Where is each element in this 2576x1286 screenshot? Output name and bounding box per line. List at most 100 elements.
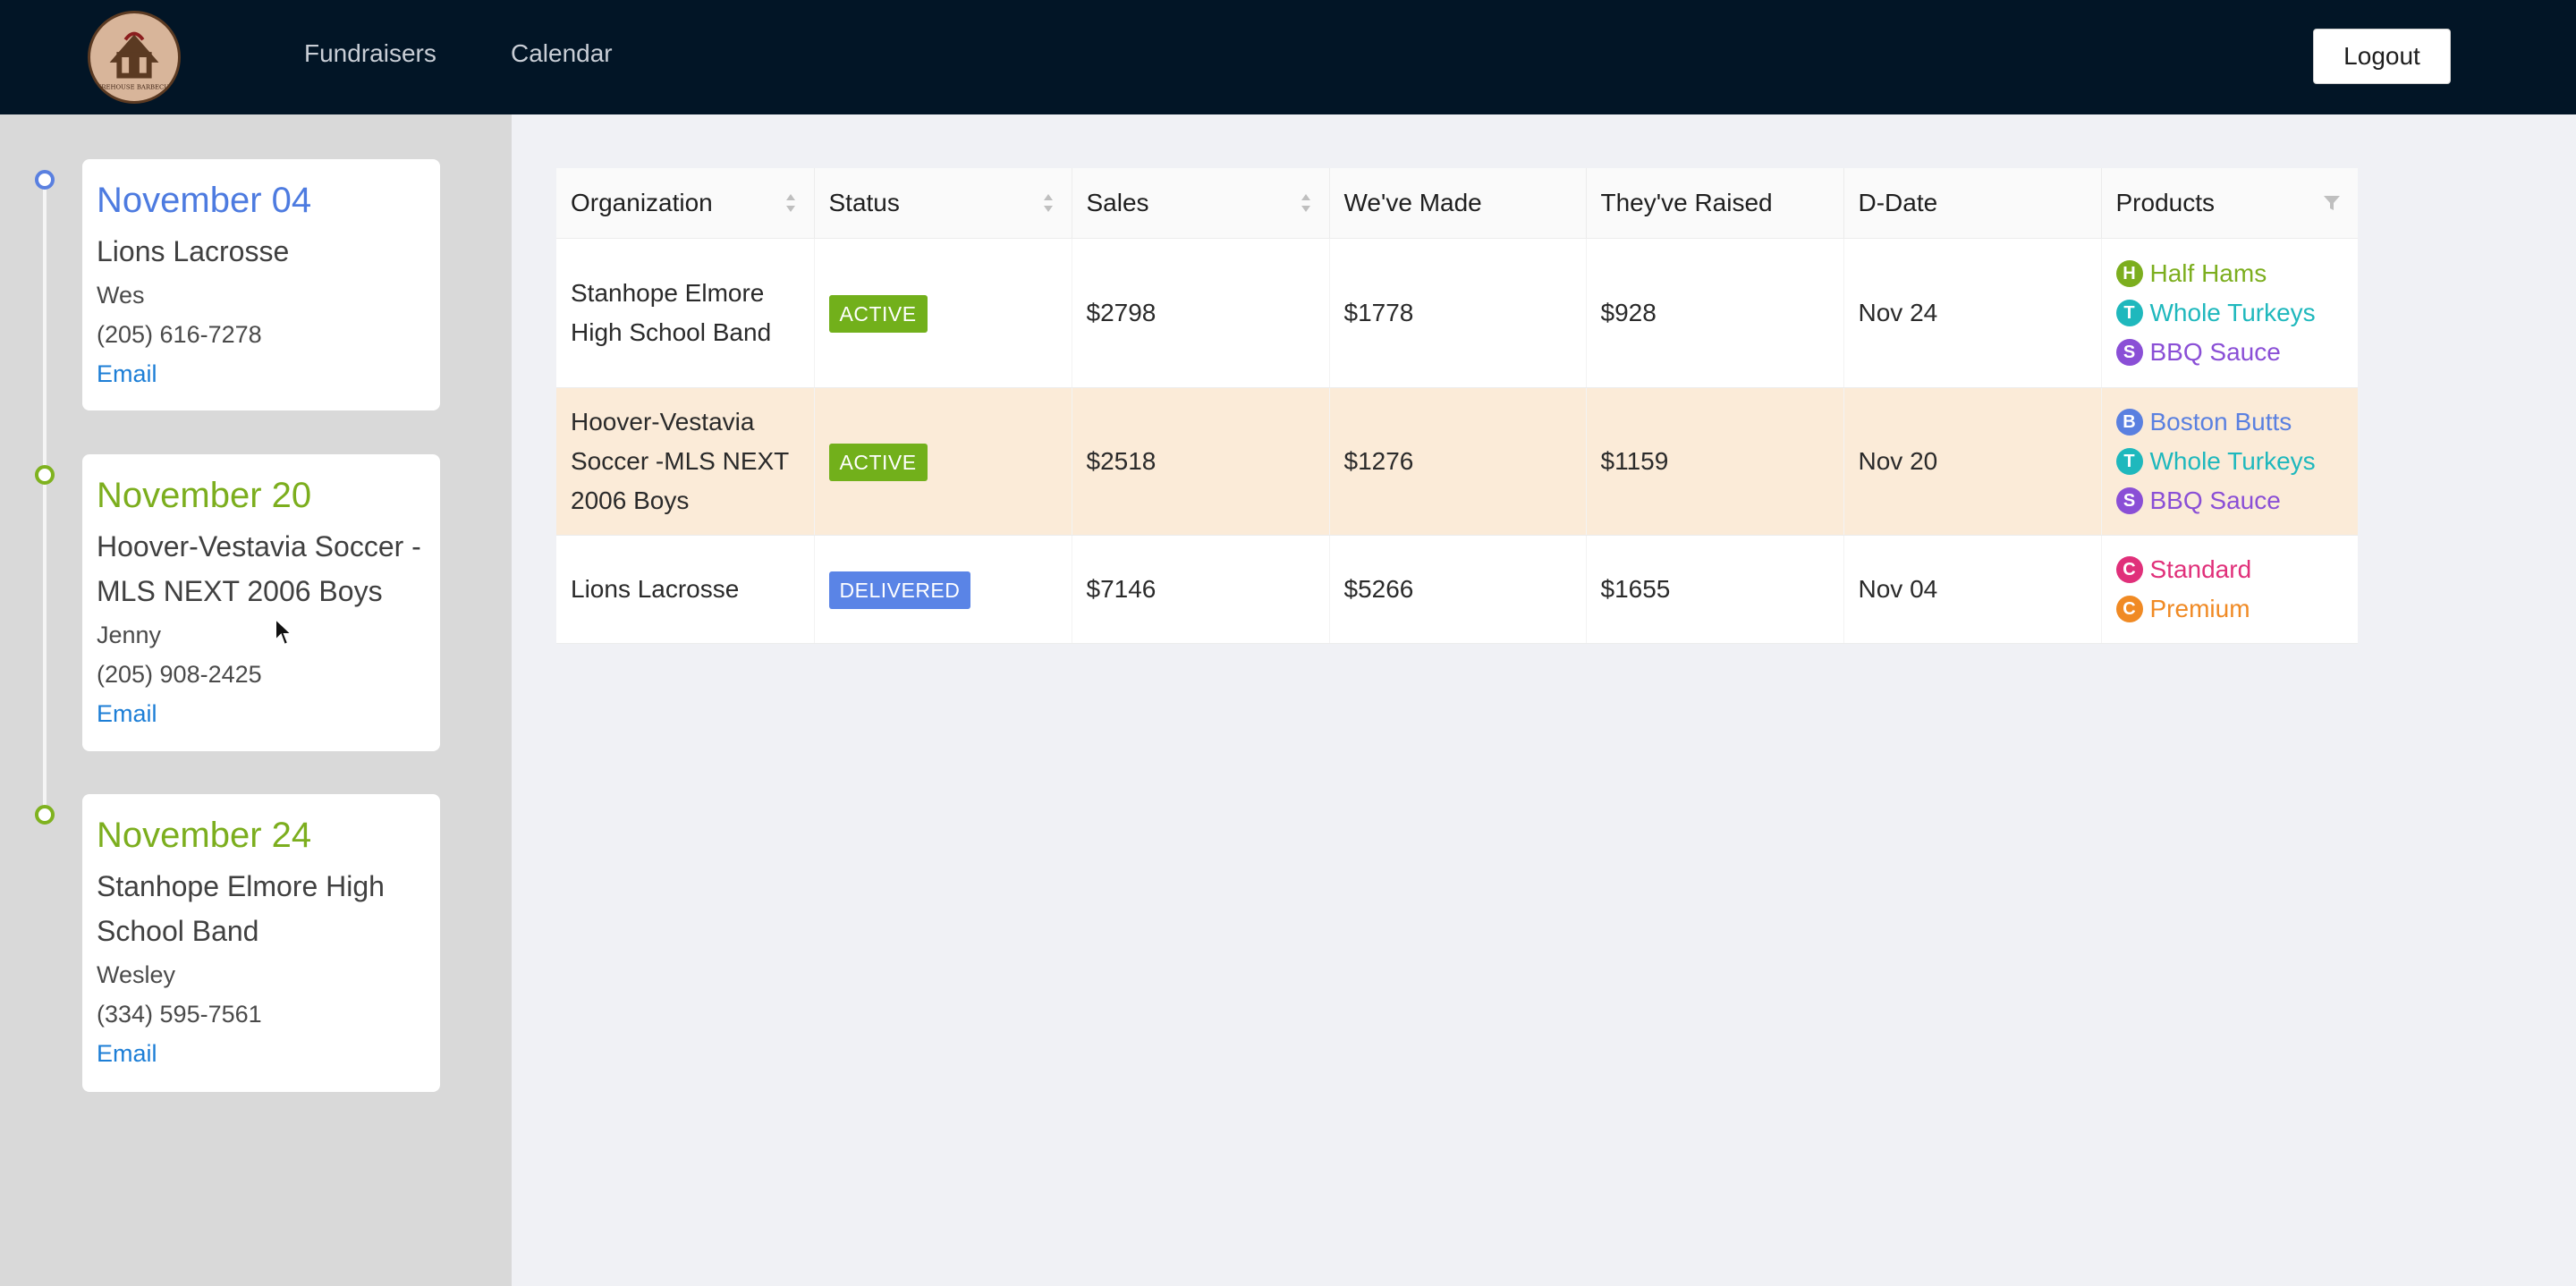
event-email-link[interactable]: Email bbox=[97, 694, 426, 733]
product-item: C Premium bbox=[2115, 589, 2344, 629]
timeline-dot-icon bbox=[35, 805, 55, 825]
event-card-stanhope-elmore: November 24 Stanhope Elmore High School … bbox=[82, 794, 440, 1092]
cell-weve-made: $1778 bbox=[1329, 238, 1587, 388]
cell-weve-made: $5266 bbox=[1329, 535, 1587, 644]
nav-calendar-link[interactable]: Calendar bbox=[511, 39, 613, 68]
event-date: November 24 bbox=[97, 816, 312, 855]
product-name: Half Hams bbox=[2149, 259, 2267, 287]
cell-organization: Hoover-Vestavia Soccer -MLS NEXT 2006 Bo… bbox=[556, 387, 815, 536]
timeline-dot-icon bbox=[35, 465, 55, 485]
column-header-label: They've Raised bbox=[1600, 189, 1773, 216]
column-header-organization[interactable]: Organization bbox=[556, 168, 815, 239]
product-letter-icon: C bbox=[2115, 556, 2143, 583]
event-phone: (205) 616-7278 bbox=[97, 321, 262, 348]
logout-button[interactable]: Logout bbox=[2313, 29, 2451, 84]
table-row[interactable]: Lions Lacrosse DELIVERED $7146 $5266 $16… bbox=[556, 535, 2358, 644]
table-row[interactable]: Stanhope Elmore High School Band ACTIVE … bbox=[556, 238, 2358, 388]
column-header-products[interactable]: Products bbox=[2101, 168, 2358, 239]
product-name: Standard bbox=[2149, 555, 2252, 583]
table-header-row: Organization Status Sales We've Made The… bbox=[556, 168, 2358, 239]
product-item: S BBQ Sauce bbox=[2115, 333, 2344, 372]
cell-organization: Lions Lacrosse bbox=[556, 535, 815, 644]
column-header-status[interactable]: Status bbox=[814, 168, 1072, 239]
nav-fundraisers-link[interactable]: Fundraisers bbox=[304, 39, 436, 68]
product-letter-icon: B bbox=[2115, 409, 2143, 436]
cell-status: DELIVERED bbox=[814, 535, 1072, 644]
event-contact-name: Wesley bbox=[97, 961, 176, 988]
product-item: C Standard bbox=[2115, 550, 2344, 589]
product-name: Whole Turkeys bbox=[2149, 299, 2316, 326]
event-contact-name: Jenny bbox=[97, 622, 162, 648]
cell-d-date: Nov 24 bbox=[1843, 238, 2102, 388]
event-date: November 20 bbox=[97, 476, 312, 515]
event-organization: Hoover-Vestavia Soccer -MLS NEXT 2006 Bo… bbox=[97, 530, 421, 607]
column-header-label: D-Date bbox=[1858, 189, 1938, 216]
product-name: BBQ Sauce bbox=[2149, 338, 2281, 366]
filter-icon[interactable] bbox=[2322, 193, 2342, 213]
column-header-sales[interactable]: Sales bbox=[1072, 168, 1330, 239]
product-item: S BBQ Sauce bbox=[2115, 481, 2344, 520]
column-header-d-date: D-Date bbox=[1843, 168, 2102, 239]
cell-products: C Standard C Premium bbox=[2101, 535, 2358, 644]
column-header-label: Status bbox=[828, 189, 900, 216]
cell-d-date: Nov 20 bbox=[1843, 387, 2102, 536]
column-header-theyve-raised: They've Raised bbox=[1586, 168, 1844, 239]
event-contact-name: Wes bbox=[97, 282, 145, 309]
cell-theyve-raised: $928 bbox=[1586, 238, 1844, 388]
cell-d-date: Nov 04 bbox=[1843, 535, 2102, 644]
sort-icon[interactable] bbox=[784, 191, 798, 215]
product-name: BBQ Sauce bbox=[2149, 486, 2281, 514]
cell-products: H Half Hams T Whole Turkeys S BBQ Sauce bbox=[2101, 238, 2358, 388]
event-card-lions-lacrosse: November 04 Lions Lacrosse Wes (205) 616… bbox=[82, 159, 440, 410]
event-timeline-sidebar: November 04 Lions Lacrosse Wes (205) 616… bbox=[0, 114, 512, 1286]
firehouse-barbecue-logo[interactable]: FIREHOUSE BARBECUE bbox=[88, 11, 181, 104]
cell-sales: $7146 bbox=[1072, 535, 1330, 644]
cell-products: B Boston Butts T Whole Turkeys S BBQ Sauce bbox=[2101, 387, 2358, 536]
product-name: Premium bbox=[2149, 595, 2250, 622]
event-card-hoover-vestavia: November 20 Hoover-Vestavia Soccer -MLS … bbox=[82, 454, 440, 751]
product-letter-icon: T bbox=[2115, 300, 2143, 326]
column-header-label: Organization bbox=[571, 189, 713, 216]
top-navbar: FIREHOUSE BARBECUE Fundraisers Calendar … bbox=[0, 0, 2576, 114]
cell-weve-made: $1276 bbox=[1329, 387, 1587, 536]
product-item: T Whole Turkeys bbox=[2115, 293, 2344, 333]
status-badge: ACTIVE bbox=[828, 295, 928, 333]
product-name: Boston Butts bbox=[2149, 408, 2292, 436]
product-letter-icon: C bbox=[2115, 596, 2143, 622]
cell-organization: Stanhope Elmore High School Band bbox=[556, 238, 815, 388]
column-header-label: Sales bbox=[1086, 189, 1149, 216]
product-letter-icon: S bbox=[2115, 487, 2143, 514]
event-email-link[interactable]: Email bbox=[97, 1034, 426, 1073]
event-date: November 04 bbox=[97, 181, 312, 220]
event-organization: Lions Lacrosse bbox=[97, 235, 290, 267]
status-badge: ACTIVE bbox=[828, 444, 928, 481]
product-item: B Boston Butts bbox=[2115, 402, 2344, 442]
product-name: Whole Turkeys bbox=[2149, 447, 2316, 475]
sort-icon[interactable] bbox=[1299, 191, 1313, 215]
timeline-dot-icon bbox=[35, 170, 55, 190]
event-email-link[interactable]: Email bbox=[97, 354, 426, 393]
column-header-label: Products bbox=[2115, 189, 2216, 216]
cell-status: ACTIVE bbox=[814, 387, 1072, 536]
product-item: H Half Hams bbox=[2115, 254, 2344, 293]
product-letter-icon: H bbox=[2115, 260, 2143, 287]
column-header-label: We've Made bbox=[1343, 189, 1482, 216]
status-badge: DELIVERED bbox=[828, 571, 971, 609]
mouse-cursor-icon bbox=[275, 617, 293, 647]
sort-icon[interactable] bbox=[1041, 191, 1055, 215]
table-row[interactable]: Hoover-Vestavia Soccer -MLS NEXT 2006 Bo… bbox=[556, 387, 2358, 536]
logo-emblem-icon: FIREHOUSE BARBECUE bbox=[91, 14, 177, 100]
cell-theyve-raised: $1655 bbox=[1586, 535, 1844, 644]
fundraisers-table: Organization Status Sales We've Made The… bbox=[556, 168, 2358, 644]
event-phone: (205) 908-2425 bbox=[97, 661, 262, 688]
cell-sales: $2518 bbox=[1072, 387, 1330, 536]
timeline-line bbox=[43, 179, 47, 816]
cell-status: ACTIVE bbox=[814, 238, 1072, 388]
product-letter-icon: T bbox=[2115, 448, 2143, 475]
cell-theyve-raised: $1159 bbox=[1586, 387, 1844, 536]
column-header-weve-made: We've Made bbox=[1329, 168, 1587, 239]
cell-sales: $2798 bbox=[1072, 238, 1330, 388]
logo-text: FIREHOUSE BARBECUE bbox=[95, 83, 174, 90]
product-item: T Whole Turkeys bbox=[2115, 442, 2344, 481]
product-letter-icon: S bbox=[2115, 339, 2143, 366]
